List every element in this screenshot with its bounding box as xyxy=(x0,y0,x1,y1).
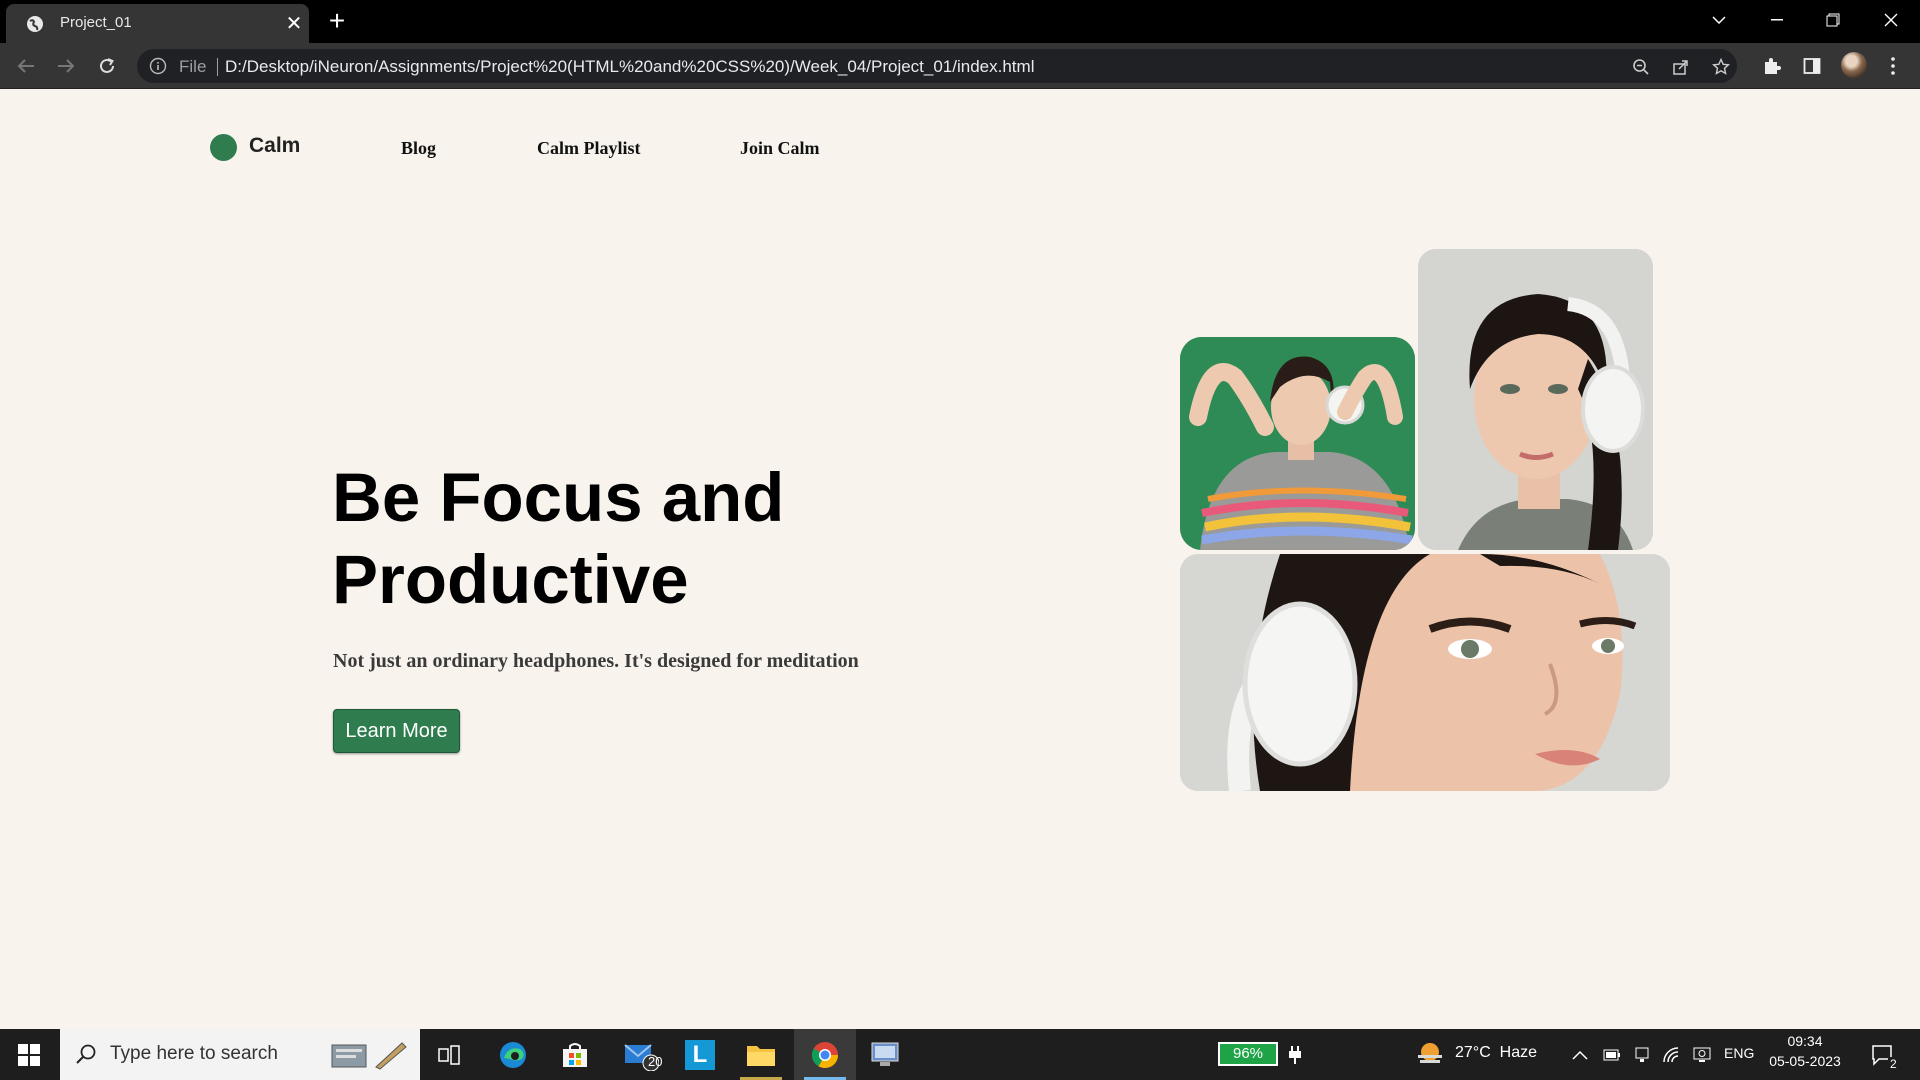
nav-link-calm-playlist[interactable]: Calm Playlist xyxy=(537,138,641,159)
mail-icon[interactable]: 20 xyxy=(612,1029,670,1080)
search-highlight-icon xyxy=(331,1042,407,1070)
menu-kebab-icon[interactable] xyxy=(1881,54,1905,78)
extensions-puzzle-icon[interactable] xyxy=(1760,54,1784,78)
windows-taskbar: Type here to search 20 L 96% 27°C Haze E… xyxy=(0,1029,1920,1080)
clock[interactable]: 09:34 05-05-2023 xyxy=(1765,1033,1845,1069)
weather-haze-icon[interactable] xyxy=(1416,1041,1444,1069)
mail-badge: 20 xyxy=(648,1054,663,1069)
remote-desktop-icon[interactable] xyxy=(856,1029,914,1080)
hero-image-woman-closeup xyxy=(1180,554,1670,791)
clock-time: 09:34 xyxy=(1787,1033,1823,1049)
task-view-icon[interactable] xyxy=(420,1029,478,1080)
wifi-icon[interactable] xyxy=(1662,1045,1682,1065)
weather-text[interactable]: 27°C Haze xyxy=(1455,1044,1537,1062)
zoom-icon[interactable] xyxy=(1630,56,1652,78)
reload-icon[interactable] xyxy=(93,52,121,80)
l-app-icon[interactable]: L xyxy=(671,1029,729,1080)
search-placeholder: Type here to search xyxy=(110,1043,278,1064)
power-plug-icon xyxy=(1285,1045,1305,1065)
hero-image-woman-headphones xyxy=(1418,249,1653,550)
tab-search-chevron-icon[interactable] xyxy=(1694,0,1744,40)
microsoft-store-icon[interactable] xyxy=(546,1029,604,1080)
restore-button[interactable] xyxy=(1808,0,1858,40)
side-panel-icon[interactable] xyxy=(1800,54,1824,78)
edge-browser-icon[interactable] xyxy=(484,1029,542,1080)
new-tab-button[interactable]: + xyxy=(322,4,352,38)
file-explorer-icon[interactable] xyxy=(732,1029,790,1080)
taskbar-search-box[interactable]: Type here to search xyxy=(60,1029,420,1080)
hero-image-woman-sweater xyxy=(1180,337,1415,550)
minimize-button[interactable] xyxy=(1752,0,1802,40)
search-icon xyxy=(76,1044,96,1064)
notifications-count: 2 xyxy=(1888,1057,1899,1071)
network-display-icon[interactable] xyxy=(1692,1045,1712,1065)
meet-now-icon[interactable] xyxy=(1632,1045,1652,1065)
clock-date: 05-05-2023 xyxy=(1769,1053,1841,1069)
nav-link-blog[interactable]: Blog xyxy=(401,138,436,159)
browser-titlebar: Project_01 ✕ + xyxy=(0,0,1920,43)
chrome-icon[interactable] xyxy=(794,1029,856,1080)
windows-start-icon[interactable] xyxy=(0,1029,58,1080)
nav-link-join-calm[interactable]: Join Calm xyxy=(740,138,820,159)
battery-tray-icon[interactable] xyxy=(1602,1045,1622,1065)
info-icon[interactable] xyxy=(149,57,167,75)
browser-toolbar: File D:/Desktop/iNeuron/Assignments/Proj… xyxy=(0,43,1920,89)
webpage: Calm Blog Calm Playlist Join Calm Be Foc… xyxy=(0,89,1920,1029)
globe-icon xyxy=(27,16,43,32)
address-separator xyxy=(217,58,218,76)
tab-title: Project_01 xyxy=(60,14,132,31)
address-url[interactable]: D:/Desktop/iNeuron/Assignments/Project%2… xyxy=(225,57,1034,77)
battery-indicator[interactable]: 96% xyxy=(1218,1042,1278,1066)
share-icon[interactable] xyxy=(1670,56,1692,78)
browser-tab[interactable]: Project_01 ✕ xyxy=(6,4,309,43)
logo-dot[interactable] xyxy=(210,134,237,161)
close-window-button[interactable] xyxy=(1866,0,1916,40)
hero-subtitle: Not just an ordinary headphones. It's de… xyxy=(333,650,859,672)
close-tab-icon[interactable]: ✕ xyxy=(282,11,306,36)
logo-text[interactable]: Calm xyxy=(249,134,300,158)
profile-avatar[interactable] xyxy=(1841,52,1867,78)
address-bar[interactable]: File D:/Desktop/iNeuron/Assignments/Proj… xyxy=(137,49,1737,83)
address-scheme-label: File xyxy=(179,57,207,76)
language-indicator[interactable]: ENG xyxy=(1724,1045,1754,1061)
chevron-up-icon[interactable] xyxy=(1570,1045,1590,1065)
back-arrow-icon[interactable] xyxy=(12,52,40,80)
forward-arrow-icon[interactable] xyxy=(52,52,80,80)
hero-title: Be Focus and Productive xyxy=(332,459,785,618)
bookmark-star-icon[interactable] xyxy=(1710,56,1732,78)
learn-more-button[interactable]: Learn More xyxy=(333,709,460,753)
